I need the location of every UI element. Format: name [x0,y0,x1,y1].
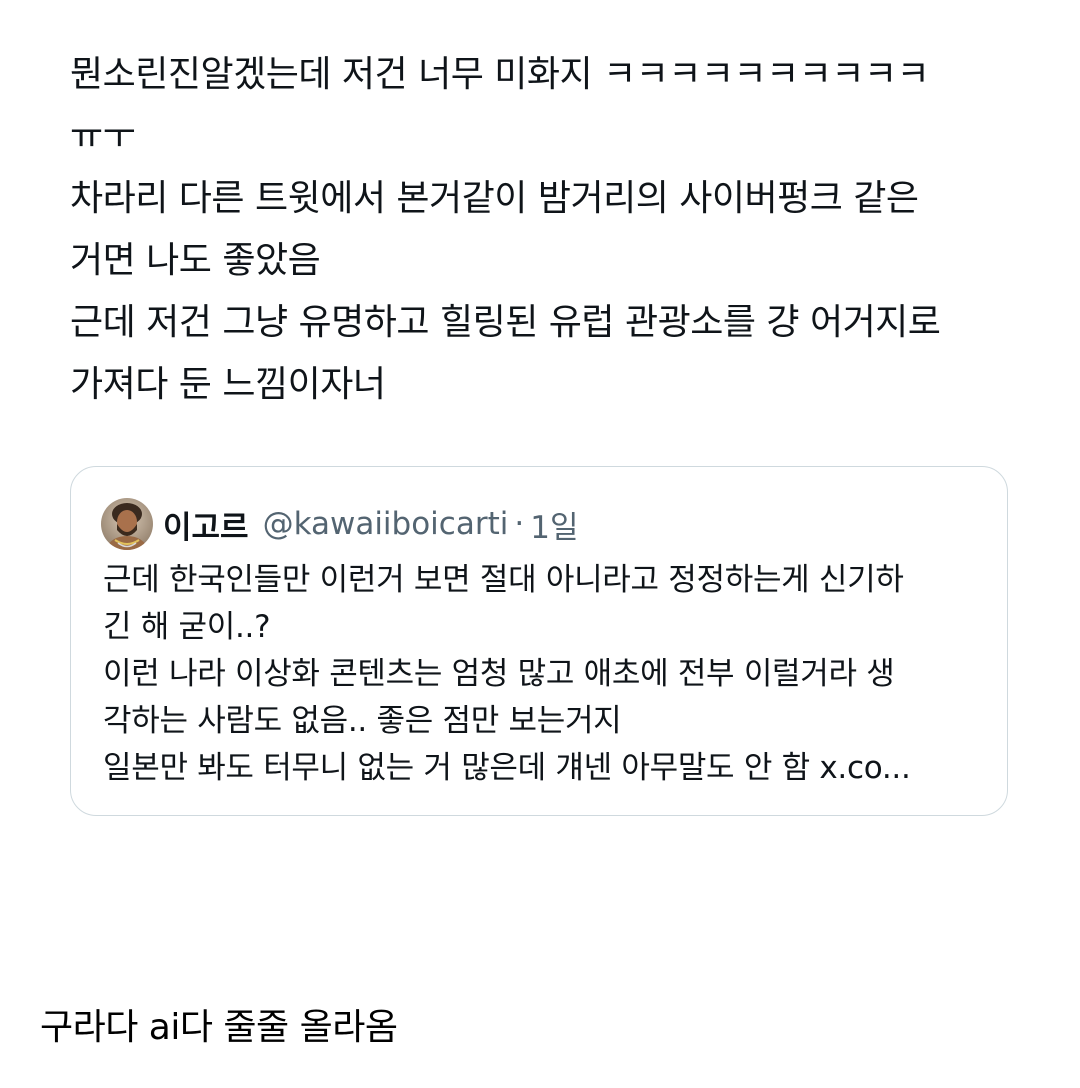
tweet-text-line: 차라리 다른 트윗에서 본거같이 밤거리의 사이버펑크 같은 [70,178,919,219]
separator-dot: · [514,506,525,542]
quoted-tweet-line: 긴 해 굳이..? [103,609,271,645]
tweet-text-line: 거면 나도 좋았음 [70,240,321,281]
tweet-text: 뭔소린진알겠는데 저건 너무 미화지 ㅋㅋㅋㅋㅋㅋㅋㅋㅋㅋ ㅠㅜ 차라리 다른 … [70,44,1030,416]
quoted-tweet-header: 이고르 @kawaiiboicarti · 1일 [101,497,578,551]
post-time[interactable]: 1일 [530,502,578,547]
tweet-text-line: 근데 저건 그냥 유명하고 힐링된 유럽 관광소를 걍 어거지로 [70,302,941,343]
avatar[interactable] [101,498,153,550]
quoted-tweet-line: 이런 나라 이상화 콘텐츠는 엄청 많고 애초에 전부 이럴거라 생 [103,656,895,692]
quoted-tweet-text: 근데 한국인들만 이런거 보면 절대 아니라고 정정하는게 신기하 긴 해 굳이… [103,557,983,792]
author-name[interactable]: 이고르 [163,502,249,547]
quoted-tweet-card[interactable]: 이고르 @kawaiiboicarti · 1일 근데 한국인들만 이런거 보면… [70,466,1008,816]
avatar-image [101,498,153,550]
author-handle[interactable]: @kawaiiboicarti [263,506,509,542]
quoted-tweet-line: 일본만 봐도 터무니 없는 거 많은데 걔넨 아무말도 안 함 x.co... [103,750,911,786]
tweet-text-line: 가져다 둔 느낌이자너 [70,364,386,405]
quoted-tweet-line: 각하는 사람도 없음.. 좋은 점만 보는거지 [103,703,622,739]
caption-text: 구라다 ai다 줄줄 올라옴 [40,1007,398,1048]
tweet-text-line: ㅠㅜ [70,116,136,157]
tweet-text-line: 뭔소린진알겠는데 저건 너무 미화지 ㅋㅋㅋㅋㅋㅋㅋㅋㅋㅋ [70,54,930,95]
quoted-tweet-line: 근데 한국인들만 이런거 보면 절대 아니라고 정정하는게 신기하 [103,562,904,598]
